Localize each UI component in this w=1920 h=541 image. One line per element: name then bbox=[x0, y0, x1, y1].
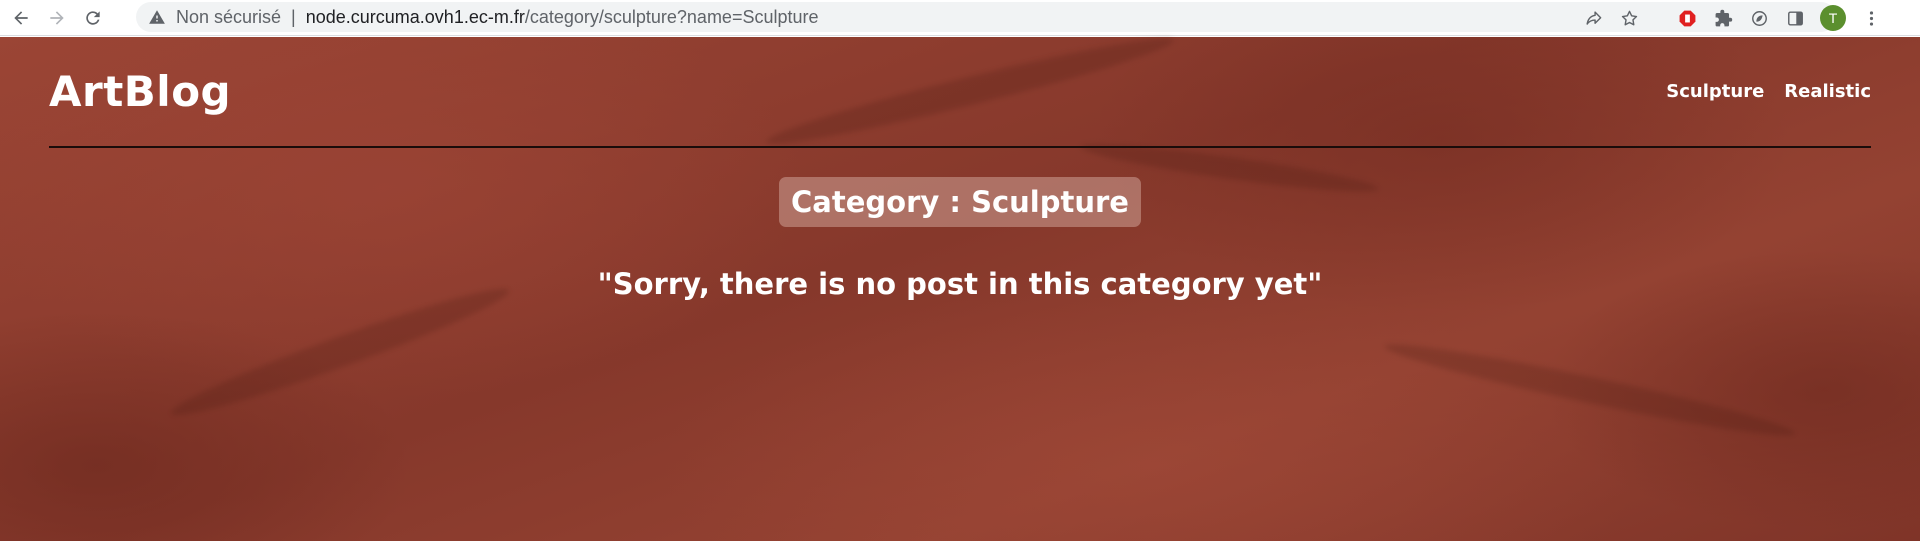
page-background: ArtBlog Sculpture Realistic Category : S… bbox=[0, 26, 1920, 541]
back-icon[interactable] bbox=[6, 3, 36, 33]
leaf-icon[interactable] bbox=[1744, 3, 1774, 33]
separator: | bbox=[291, 6, 296, 27]
site-logo[interactable]: ArtBlog bbox=[49, 67, 231, 116]
texture-stroke bbox=[1381, 333, 1799, 447]
browser-toolbar: Non sécurisé | node.curcuma.ovh1.ec-m.fr… bbox=[0, 0, 1920, 36]
share-icon[interactable] bbox=[1578, 3, 1608, 33]
star-icon[interactable] bbox=[1614, 3, 1644, 33]
nav-link-sculpture[interactable]: Sculpture bbox=[1666, 81, 1764, 102]
url-host: node.curcuma.ovh1.ec-m.fr bbox=[305, 6, 525, 27]
header-divider bbox=[49, 146, 1871, 148]
reload-icon[interactable] bbox=[78, 3, 108, 33]
warning-icon[interactable] bbox=[148, 8, 166, 26]
category-heading: Category : Sculpture bbox=[779, 177, 1141, 227]
empty-state-message: "Sorry, there is no post in this categor… bbox=[597, 267, 1323, 301]
nav-link-realistic[interactable]: Realistic bbox=[1784, 81, 1871, 102]
adblock-icon[interactable] bbox=[1672, 3, 1702, 33]
omnibox-actions bbox=[1578, 3, 1650, 33]
security-status: Non sécurisé bbox=[176, 6, 282, 27]
main-nav: Sculpture Realistic bbox=[1666, 81, 1871, 102]
avatar-initial: T bbox=[1828, 10, 1838, 26]
extensions-area: T bbox=[1672, 3, 1892, 33]
forward-icon[interactable] bbox=[42, 3, 72, 33]
url-path: /category/sculpture?name=Sculpture bbox=[524, 6, 819, 27]
profile-avatar[interactable]: T bbox=[1820, 5, 1846, 31]
texture-stroke bbox=[762, 26, 1178, 156]
menu-icon[interactable] bbox=[1856, 3, 1886, 33]
side-panel-icon[interactable] bbox=[1780, 3, 1810, 33]
extensions-icon[interactable] bbox=[1708, 3, 1738, 33]
